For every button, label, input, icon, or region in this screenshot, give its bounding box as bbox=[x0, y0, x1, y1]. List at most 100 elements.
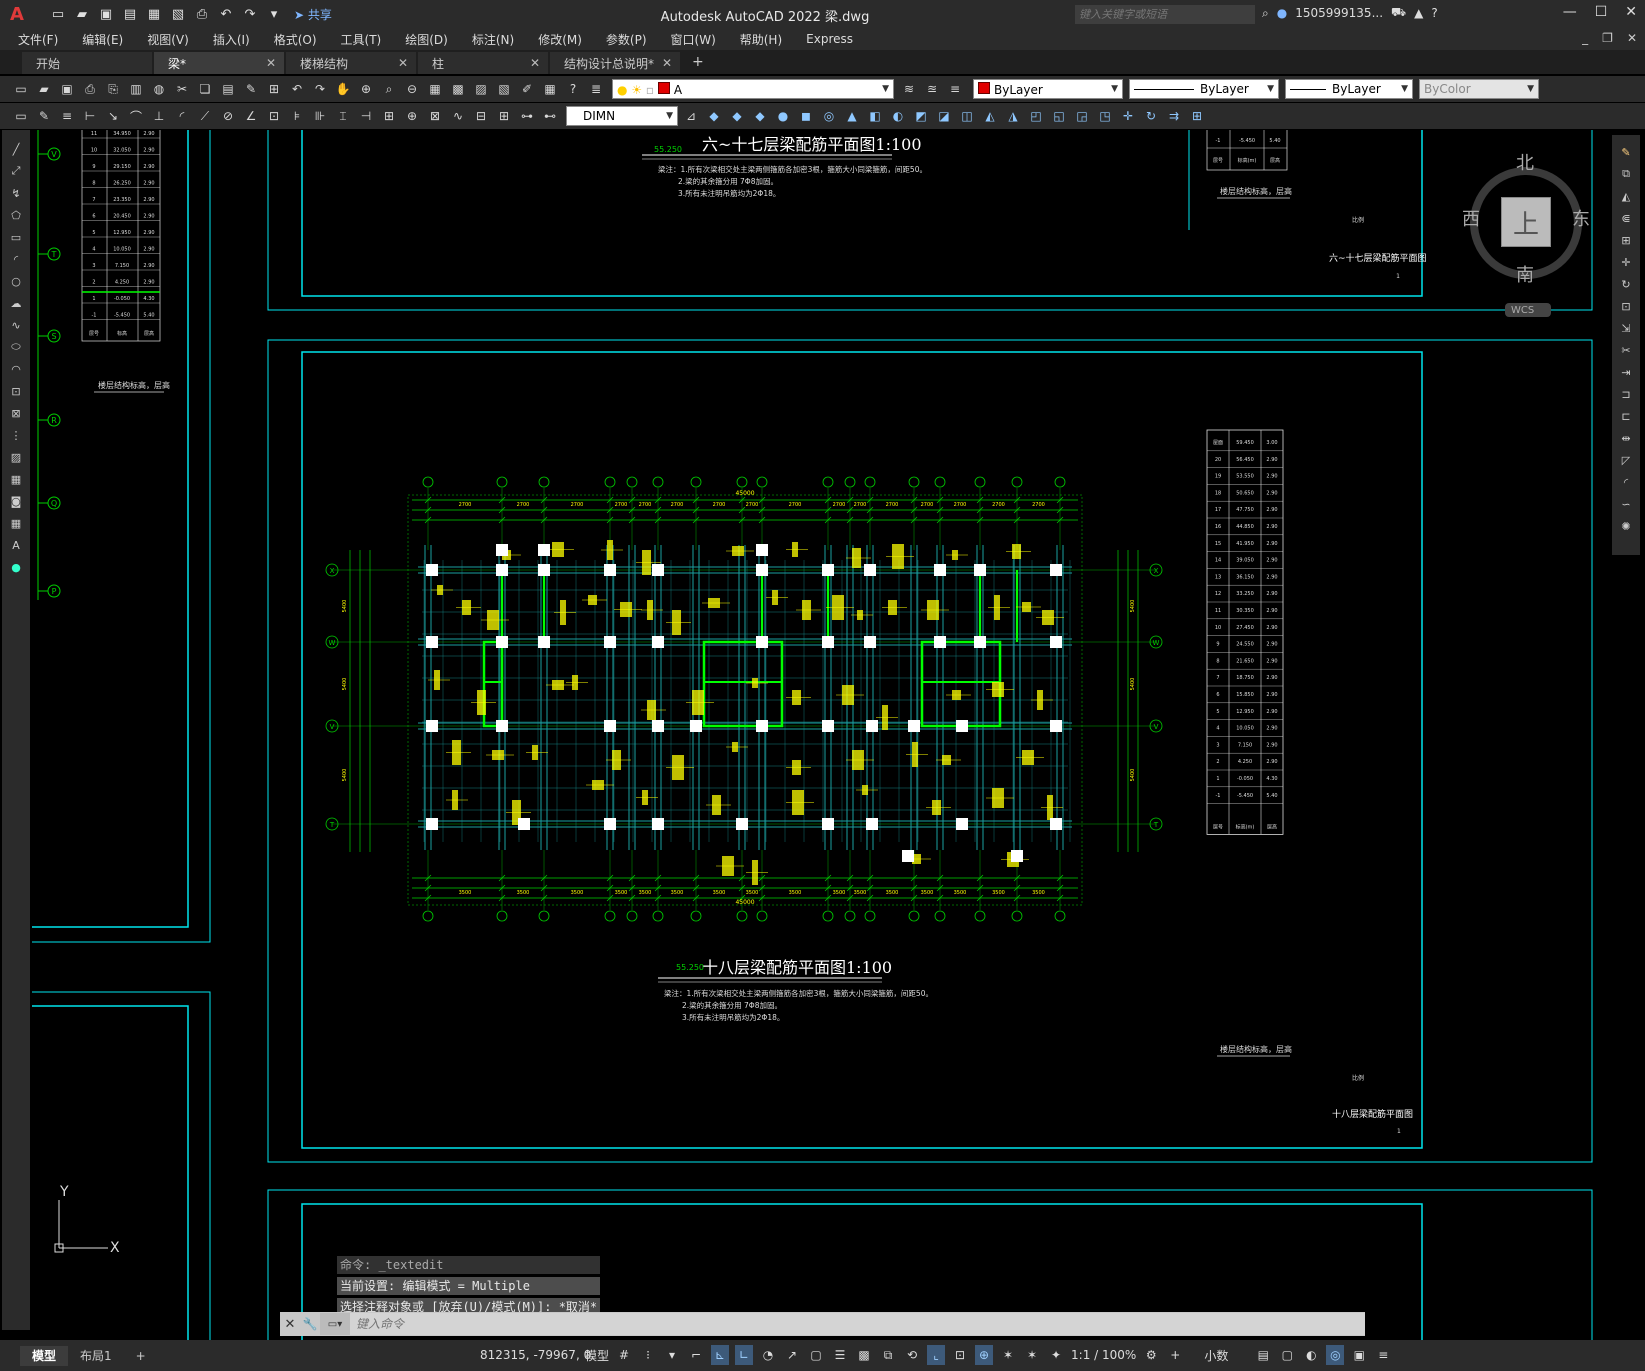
menu-parametric[interactable]: 参数(P) bbox=[606, 31, 647, 48]
color-dropdown[interactable]: ByLayer ▼ bbox=[973, 79, 1123, 99]
3d-dwf-icon[interactable]: ◍ bbox=[150, 80, 168, 98]
save-web-icon[interactable]: ▧ bbox=[168, 5, 188, 23]
zoom-realtime-icon[interactable]: ⊕ bbox=[357, 80, 375, 98]
flatshot-icon[interactable]: ◱ bbox=[1050, 107, 1068, 125]
close-button[interactable]: ✕ bbox=[1625, 4, 1637, 20]
tool-palettes-icon[interactable]: ▨ bbox=[472, 80, 490, 98]
object-snap-icon[interactable]: ▢ bbox=[807, 1345, 825, 1365]
offset-icon[interactable]: ⋐ bbox=[1617, 209, 1635, 227]
properties-icon[interactable]: ▦ bbox=[426, 80, 444, 98]
annotation-scale-value[interactable]: 1:1 / 100% bbox=[1071, 1348, 1136, 1362]
save-as-icon[interactable]: ▤ bbox=[120, 5, 140, 23]
menu-window[interactable]: 窗口(W) bbox=[671, 31, 716, 48]
section-icon[interactable]: ◰ bbox=[1027, 107, 1045, 125]
break-at-point-icon[interactable]: ⊐ bbox=[1617, 385, 1635, 403]
multiline-text-icon[interactable]: A bbox=[7, 536, 25, 554]
tab-stair-structure[interactable]: 楼梯结构 ✕ bbox=[286, 52, 416, 74]
user-name[interactable]: 1505999135... bbox=[1295, 6, 1383, 20]
menu-edit[interactable]: 编辑(E) bbox=[82, 31, 123, 48]
polar-tracking-icon[interactable]: ∟ bbox=[735, 1345, 754, 1365]
plot-icon[interactable]: ⎙ bbox=[81, 80, 99, 98]
tab-beam[interactable]: 梁* ✕ bbox=[154, 52, 284, 74]
compass-east[interactable]: 东 bbox=[1572, 205, 1590, 231]
menu-express[interactable]: Express bbox=[806, 32, 853, 46]
construction-line-icon[interactable]: ⤢ bbox=[7, 162, 25, 180]
dimension-style-manager-icon[interactable]: ⊿ bbox=[682, 107, 700, 125]
aligned-dimension-icon[interactable]: ↘ bbox=[104, 107, 122, 125]
scale-icon[interactable]: ⊡ bbox=[1617, 297, 1635, 315]
menu-view[interactable]: 视图(V) bbox=[147, 31, 189, 48]
command-input[interactable] bbox=[350, 1313, 1365, 1335]
sphere-icon[interactable]: ● bbox=[774, 107, 792, 125]
subtract-icon[interactable]: ◪ bbox=[935, 107, 953, 125]
fillet-icon[interactable]: ◜ bbox=[1617, 473, 1635, 491]
transparency-icon[interactable]: ▩ bbox=[855, 1345, 873, 1365]
move-icon[interactable]: ✛ bbox=[1617, 253, 1635, 271]
selection-filter-icon[interactable]: ⊡ bbox=[951, 1345, 969, 1365]
user-icon[interactable]: ● bbox=[1277, 6, 1287, 20]
cylinder-icon[interactable]: ◼ bbox=[797, 107, 815, 125]
tab-start[interactable]: 开始 bbox=[22, 52, 152, 74]
layer-dropdown[interactable]: ● ☀ ▫ A ▼ bbox=[612, 79, 894, 99]
auto-scale-icon[interactable]: ✶ bbox=[1023, 1345, 1041, 1365]
jogged-linear-icon[interactable]: ∿ bbox=[449, 107, 467, 125]
baseline-icon[interactable]: ⊧ bbox=[288, 107, 306, 125]
jogged-icon[interactable]: ⟋ bbox=[196, 107, 214, 125]
3d-move-icon[interactable]: ✛ bbox=[1119, 107, 1137, 125]
layer-previous-icon[interactable]: ≊ bbox=[923, 80, 941, 98]
torus-icon[interactable]: ◎ bbox=[820, 107, 838, 125]
cone-icon[interactable]: ◆ bbox=[751, 107, 769, 125]
isolate-objects-icon[interactable]: ◐ bbox=[1302, 1345, 1320, 1365]
help-icon[interactable]: ? bbox=[564, 80, 582, 98]
angular-icon[interactable]: ∠ bbox=[242, 107, 260, 125]
thicken-icon[interactable]: ◲ bbox=[1073, 107, 1091, 125]
drawing-canvas[interactable]: VTSRQP 11 34.950 2.90 10 32.050 2.90 9 29.150 2.… bbox=[32, 130, 1610, 1340]
copy-icon[interactable]: ❏ bbox=[196, 80, 214, 98]
graphics-performance-icon[interactable]: ◎ bbox=[1326, 1345, 1345, 1365]
point-icon[interactable]: ⋮ bbox=[7, 426, 25, 444]
dynamic-input-icon[interactable]: ⌐ bbox=[687, 1345, 705, 1365]
compass-west[interactable]: 西 bbox=[1462, 205, 1480, 231]
wedge-icon[interactable]: ◆ bbox=[728, 107, 746, 125]
dimension-space-icon[interactable]: ⌶ bbox=[334, 107, 352, 125]
imprint-icon[interactable]: ◳ bbox=[1096, 107, 1114, 125]
compass-south[interactable]: 南 bbox=[1516, 261, 1534, 287]
doc-minimize-button[interactable]: _ bbox=[1582, 31, 1588, 45]
selection-cycling-icon[interactable]: ⧉ bbox=[879, 1345, 897, 1365]
edit-icon[interactable]: ✎ bbox=[35, 107, 53, 125]
menu-help[interactable]: 帮助(H) bbox=[740, 31, 782, 48]
ordinate-icon[interactable]: ⊥ bbox=[150, 107, 168, 125]
layer-properties-icon[interactable]: ≣ bbox=[587, 80, 605, 98]
save-icon[interactable]: ▣ bbox=[58, 80, 76, 98]
object-snap-tracking-icon[interactable]: ↗ bbox=[783, 1345, 801, 1365]
customize-dropdown-icon[interactable]: ▾ bbox=[264, 5, 284, 23]
close-icon[interactable]: ✕ bbox=[266, 56, 276, 70]
rectangle-icon[interactable]: ▭ bbox=[7, 228, 25, 246]
calculator-icon[interactable]: ▦ bbox=[541, 80, 559, 98]
arc-length-icon[interactable]: ⌒ bbox=[127, 107, 145, 125]
markup-icon[interactable]: ✐ bbox=[518, 80, 536, 98]
circle-icon[interactable]: ○ bbox=[7, 272, 25, 290]
quick-dimension-icon[interactable]: ⊡ bbox=[265, 107, 283, 125]
menu-format[interactable]: 格式(O) bbox=[274, 31, 317, 48]
tab-column[interactable]: 柱 ✕ bbox=[418, 52, 548, 74]
cart-icon[interactable]: ⛟ bbox=[1391, 5, 1406, 21]
coordinates-readout[interactable]: 812315, -79967, 0 bbox=[480, 1348, 591, 1362]
match-properties-icon[interactable]: ✎ bbox=[242, 80, 260, 98]
box-icon[interactable]: ◆ bbox=[705, 107, 723, 125]
dimension-edit-icon[interactable]: ⊟ bbox=[472, 107, 490, 125]
viewcube[interactable]: 北 南 西 东 上 bbox=[1462, 145, 1592, 286]
revision-cloud-icon[interactable]: ☁ bbox=[7, 294, 25, 312]
interfere-icon[interactable]: ◮ bbox=[1004, 107, 1022, 125]
chamfer-icon[interactable]: ◸ bbox=[1617, 451, 1635, 469]
ortho-icon[interactable]: ⊾ bbox=[711, 1345, 730, 1365]
publish-icon[interactable]: ▥ bbox=[127, 80, 145, 98]
menu-tools[interactable]: 工具(T) bbox=[341, 31, 382, 48]
trim-icon[interactable]: ✂ bbox=[1617, 341, 1635, 359]
slice-icon[interactable]: ◭ bbox=[981, 107, 999, 125]
dimension-text-edit-icon[interactable]: ⊞ bbox=[495, 107, 513, 125]
close-icon[interactable]: ✕ bbox=[662, 56, 672, 70]
model-space-label[interactable]: 模型 bbox=[585, 1347, 609, 1364]
inspect-icon[interactable]: ⊠ bbox=[426, 107, 444, 125]
annotation-visibility-icon[interactable]: ✶ bbox=[999, 1345, 1017, 1365]
